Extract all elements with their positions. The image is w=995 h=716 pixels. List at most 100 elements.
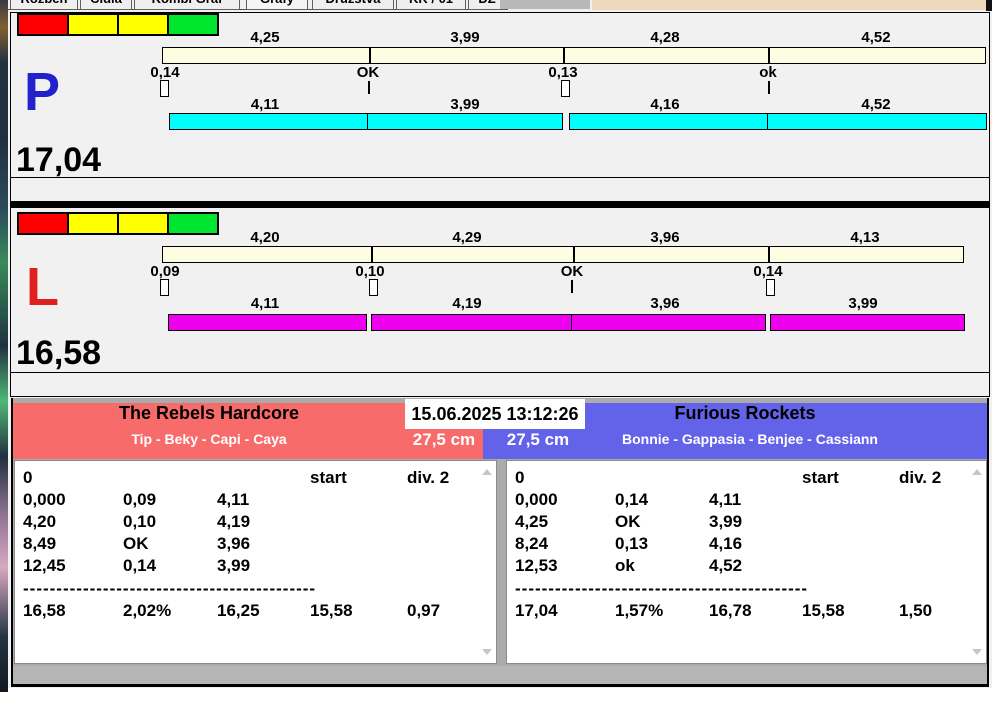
run-bar-segment — [371, 314, 573, 331]
lane-letter-p: P — [24, 62, 61, 122]
pass-value: 0,14 — [123, 556, 157, 575]
pass-marker-label: ok — [759, 64, 777, 81]
start-time: 8,24 — [515, 534, 549, 553]
div-total: 1,50 — [899, 601, 933, 620]
loss-percent: 2,02% — [123, 601, 172, 620]
fault-box-marker-icon — [369, 279, 378, 296]
start-time: 8,49 — [23, 534, 57, 553]
start-total: 15,58 — [310, 601, 353, 620]
pass-value: ok — [615, 556, 635, 575]
pass-value: 0,09 — [123, 490, 157, 509]
lane-panel-p: P 4,25 3,99 4,28 4,52 0,14 OK 0,13 ok 4,… — [10, 12, 990, 202]
start-time: 0,000 — [515, 490, 558, 509]
traffic-light-red-icon — [17, 13, 69, 36]
interval-bar-l — [162, 246, 964, 263]
split-label: 4,11 — [250, 295, 280, 312]
divider-line — [11, 177, 989, 178]
status-bar — [13, 666, 987, 684]
scoreboard-section: The Rebels Hardcore Tip - Beky - Capi - … — [11, 398, 989, 687]
traffic-light-yellow2-icon — [117, 212, 169, 235]
split-time: 4,11 — [217, 490, 250, 509]
split-time: 3,99 — [709, 512, 743, 531]
split-time: 4,19 — [217, 512, 251, 531]
lane-panel-l: L 4,20 4,29 3,96 4,13 0,09 0,10 OK 0,14 … — [10, 207, 990, 397]
clean-time: 16,78 — [709, 601, 752, 620]
pass-value: 0,13 — [615, 534, 649, 553]
run-bar-segment — [168, 314, 367, 331]
team-name-left: The Rebels Hardcore — [118, 403, 300, 423]
pass-marker-label: 0,09 — [150, 263, 180, 280]
tab-cidla[interactable]: Cidla — [80, 0, 132, 10]
tab-rozbeh[interactable]: Rozbeh — [10, 0, 78, 10]
interval-label: 4,29 — [452, 229, 482, 246]
interval-label: 4,25 — [250, 29, 280, 46]
lane-total-p: 17,04 — [16, 141, 102, 179]
split-time: 4,11 — [709, 490, 742, 509]
start-time: 12,53 — [515, 556, 558, 575]
ok-tick-marker-icon — [768, 81, 770, 94]
split-label: 4,52 — [861, 96, 891, 113]
traffic-lights-p — [17, 13, 219, 36]
loss-percent: 1,57% — [615, 601, 664, 620]
divider-line — [11, 372, 989, 373]
window-bottom-border — [13, 684, 987, 687]
scroll-down-icon[interactable] — [972, 649, 982, 655]
pass-marker-label: 0,10 — [355, 263, 385, 280]
total-time: 16,58 — [23, 601, 66, 620]
titlebar-strip-end — [986, 0, 992, 11]
tab-grafy[interactable]: Grafy — [246, 0, 308, 10]
interval-label: 4,28 — [650, 29, 680, 46]
run-bar-segment — [367, 113, 563, 130]
jump-height-left: 27,5 cm — [412, 430, 476, 449]
split-label: 3,96 — [650, 295, 680, 312]
split-time: 3,99 — [217, 556, 251, 575]
col-header-div: div. 2 — [407, 468, 450, 487]
interval-label: 4,13 — [850, 229, 880, 246]
results-table-right: 0 start div. 2 0,000 0,14 4,11 4,25 OK 3… — [506, 460, 987, 664]
start-time: 4,25 — [515, 512, 549, 531]
start-time: 0,000 — [23, 490, 66, 509]
fault-box-marker-icon — [160, 279, 169, 296]
team-name-right: Furious Rockets — [674, 403, 816, 423]
interval-bar-p — [162, 47, 986, 64]
split-time: 4,52 — [709, 556, 743, 575]
timestamp: 15.06.2025 13:12:26 — [405, 399, 585, 429]
start-total: 15,58 — [802, 601, 845, 620]
div-total: 0,97 — [407, 601, 441, 620]
jump-height-right: 27,5 cm — [506, 430, 570, 449]
scroll-up-icon[interactable] — [482, 469, 492, 475]
team-dogs-left: Tip - Beky - Capi - Caya — [131, 431, 287, 447]
tab-kk01[interactable]: KK / 01 — [396, 0, 466, 10]
titlebar-strip — [592, 0, 986, 10]
col-header-zero: 0 — [515, 468, 525, 487]
total-time: 17,04 — [515, 601, 558, 620]
traffic-lights-l — [17, 212, 219, 235]
col-header-div: div. 2 — [899, 468, 942, 487]
pass-marker-label: OK — [356, 64, 380, 81]
pass-value: OK — [615, 512, 641, 531]
desktop-edge — [0, 0, 8, 692]
traffic-light-yellow1-icon — [67, 212, 119, 235]
pass-value: 0,10 — [123, 512, 157, 531]
split-time: 4,16 — [709, 534, 743, 553]
col-header-start: start — [802, 468, 839, 487]
split-label: 3,99 — [450, 96, 480, 113]
results-table-left: 0 start div. 2 0,000 0,09 4,11 4,20 0,10… — [14, 460, 497, 664]
pass-value: 0,14 — [615, 490, 649, 509]
scroll-up-icon[interactable] — [972, 469, 982, 475]
interval-label: 4,52 — [861, 29, 891, 46]
split-label: 3,99 — [848, 295, 878, 312]
pass-marker-label: 0,13 — [548, 64, 578, 81]
scroll-down-icon[interactable] — [482, 649, 492, 655]
totals-separator: ----------------------------------------… — [23, 579, 315, 598]
tab-druzstva[interactable]: Družstva — [312, 0, 394, 10]
lane-total-l: 16,58 — [16, 334, 102, 372]
interval-label: 3,99 — [450, 29, 480, 46]
traffic-light-yellow2-icon — [117, 13, 169, 36]
ok-tick-marker-icon — [368, 81, 370, 94]
clean-time: 16,25 — [217, 601, 260, 620]
run-bar-segment — [571, 314, 766, 331]
tab-kombi-graf[interactable]: Kombi Graf — [134, 0, 240, 10]
run-bar-segment — [569, 113, 769, 130]
fault-box-marker-icon — [561, 80, 570, 97]
